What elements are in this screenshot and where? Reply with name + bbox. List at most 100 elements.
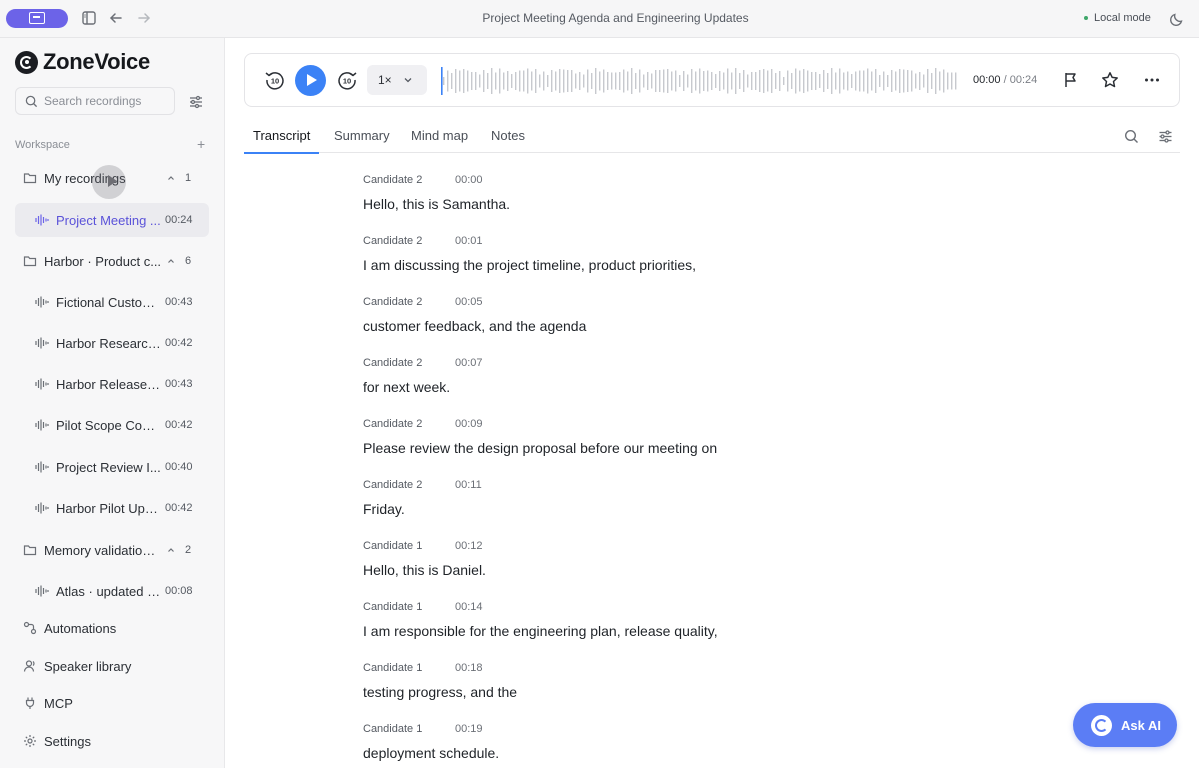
speaker-label[interactable]: Candidate 2 [363, 235, 455, 247]
star-icon[interactable] [1101, 71, 1119, 89]
recording-item[interactable]: Atlas · updated d... 00:08 [15, 574, 209, 608]
waveform-scrubber[interactable] [441, 66, 959, 96]
transcript-segment[interactable]: Candidate 1 00:18 testing progress, and th… [363, 660, 1063, 721]
waveform-bar [939, 71, 941, 91]
waveform-bar [779, 71, 781, 91]
recording-item[interactable]: Project Review I... 00:40 [15, 450, 209, 484]
transcript-panel: Candidate 2 00:00 Hello, this is Samantha.… [363, 172, 1063, 768]
search-box[interactable] [15, 87, 175, 115]
playback-speed-select[interactable]: 1× [367, 65, 427, 95]
search-input[interactable] [44, 94, 164, 108]
waveform-bar [663, 69, 665, 93]
segment-timestamp[interactable]: 00:09 [455, 418, 483, 430]
waveform-bar [479, 74, 481, 88]
folder-icon [23, 545, 37, 556]
speaker-label[interactable]: Candidate 1 [363, 662, 455, 674]
waveform-bar [475, 72, 477, 90]
tab-mind-map[interactable]: Mind map [411, 128, 468, 152]
recording-item[interactable]: Fictional Custom... 00:43 [15, 285, 209, 319]
waveform-bar [527, 68, 529, 94]
waveform-bar [951, 72, 953, 90]
folder-memory-validation[interactable]: Memory validation ... 2 [15, 536, 209, 564]
time-readout: 00:00 / 00:24 [973, 74, 1037, 86]
waveform-bar [651, 73, 653, 89]
playhead[interactable] [441, 67, 443, 95]
tab-summary[interactable]: Summary [334, 128, 390, 152]
recording-item[interactable]: Harbor Release P... 00:43 [15, 367, 209, 401]
add-folder-button[interactable]: + [197, 136, 205, 152]
nav-settings[interactable]: Settings [15, 727, 209, 755]
title-bar: Project Meeting Agenda and Engineering U… [0, 0, 1199, 38]
sliders-icon[interactable] [1158, 129, 1173, 144]
segment-timestamp[interactable]: 00:19 [455, 723, 483, 735]
folder-harbor-product[interactable]: Harbor · Product c... 6 [15, 247, 209, 275]
recording-item[interactable]: Pilot Scope Confi... 00:42 [15, 408, 209, 442]
waveform-bar [459, 70, 461, 92]
segment-timestamp[interactable]: 00:07 [455, 357, 483, 369]
transcript-segment[interactable]: Candidate 2 00:00 Hello, this is Samantha. [363, 172, 1063, 233]
waveform-icon [35, 296, 49, 308]
waveform-bar [447, 70, 449, 92]
recording-item[interactable]: Harbor Research ... 00:42 [15, 326, 209, 360]
more-icon[interactable] [1143, 71, 1161, 89]
speaker-label[interactable]: Candidate 2 [363, 296, 455, 308]
waveform-bar [699, 68, 701, 94]
speaker-label[interactable]: Candidate 2 [363, 174, 455, 186]
speaker-label[interactable]: Candidate 2 [363, 479, 455, 491]
recording-duration: 00:08 [165, 585, 193, 597]
tab-notes[interactable]: Notes [491, 128, 525, 152]
speaker-label[interactable]: Candidate 2 [363, 357, 455, 369]
transcript-segment[interactable]: Candidate 2 00:07 for next week. [363, 355, 1063, 416]
waveform-bar [495, 72, 497, 90]
folder-my-recordings[interactable]: My recordings 1 [15, 164, 209, 192]
transcript-segment[interactable]: Candidate 1 00:14 I am responsible for the… [363, 599, 1063, 660]
speaker-label[interactable]: Candidate 1 [363, 540, 455, 552]
transcript-segment[interactable]: Candidate 2 00:09 Please review the design… [363, 416, 1063, 477]
segment-timestamp[interactable]: 00:14 [455, 601, 483, 613]
recording-item[interactable]: Project Meeting ... 00:24 [15, 203, 209, 237]
speaker-label[interactable]: Candidate 1 [363, 601, 455, 613]
speaker-label[interactable]: Candidate 2 [363, 418, 455, 430]
tab-transcript[interactable]: Transcript [244, 128, 320, 154]
forward-10-icon[interactable]: 10 [336, 69, 358, 91]
segment-timestamp[interactable]: 00:01 [455, 235, 483, 247]
search-icon[interactable] [1124, 129, 1139, 144]
waveform-bar [899, 69, 901, 93]
segment-timestamp[interactable]: 00:00 [455, 174, 483, 186]
segment-timestamp[interactable]: 00:05 [455, 296, 483, 308]
waveform-bar [615, 72, 617, 90]
waveform-bar [535, 69, 537, 93]
transcript-segment[interactable]: Candidate 1 00:12 Hello, this is Daniel. [363, 538, 1063, 599]
transcript-segment[interactable]: Candidate 2 00:05 customer feedback, and t… [363, 294, 1063, 355]
rewind-10-icon[interactable]: 10 [264, 69, 286, 91]
chevron-up-icon[interactable] [166, 256, 176, 266]
speaker-library-icon [23, 660, 35, 672]
waveform-bar [755, 72, 757, 90]
transcript-segment[interactable]: Candidate 1 00:19 deployment schedule. [363, 721, 1063, 768]
local-mode-indicator: Local mode [1084, 12, 1151, 24]
segment-timestamp[interactable]: 00:12 [455, 540, 483, 552]
audio-player: 10 10 1× 00:00 / 00:24 [244, 53, 1180, 107]
transcript-segment[interactable]: Candidate 2 00:01 I am discussing the proj… [363, 233, 1063, 294]
folder-count: 2 [185, 544, 192, 556]
ask-ai-button[interactable]: Ask AI [1073, 703, 1177, 747]
waveform-bar [867, 68, 869, 94]
segment-timestamp[interactable]: 00:11 [455, 479, 482, 491]
folder-count: 1 [185, 172, 192, 184]
waveform-bar [771, 69, 773, 93]
moon-icon[interactable] [1169, 11, 1185, 27]
flag-icon[interactable] [1062, 71, 1080, 89]
nav-automations[interactable]: Automations [15, 614, 209, 642]
nav-speaker-library[interactable]: Speaker library [15, 652, 209, 680]
transcript-segment[interactable]: Candidate 2 00:11 Friday. [363, 477, 1063, 538]
segment-timestamp[interactable]: 00:18 [455, 662, 483, 674]
recording-item[interactable]: Harbor Pilot Upd... 00:42 [15, 491, 209, 525]
filter-icon[interactable] [188, 94, 204, 110]
chevron-up-icon[interactable] [166, 545, 176, 555]
sidebar: ZoneVoice Workspace + My recordings 1 Pr… [0, 38, 225, 768]
waveform-bar [855, 71, 857, 91]
play-button[interactable] [295, 65, 326, 96]
speaker-label[interactable]: Candidate 1 [363, 723, 455, 735]
nav-mcp[interactable]: MCP [15, 689, 209, 717]
chevron-up-icon[interactable] [166, 173, 176, 183]
